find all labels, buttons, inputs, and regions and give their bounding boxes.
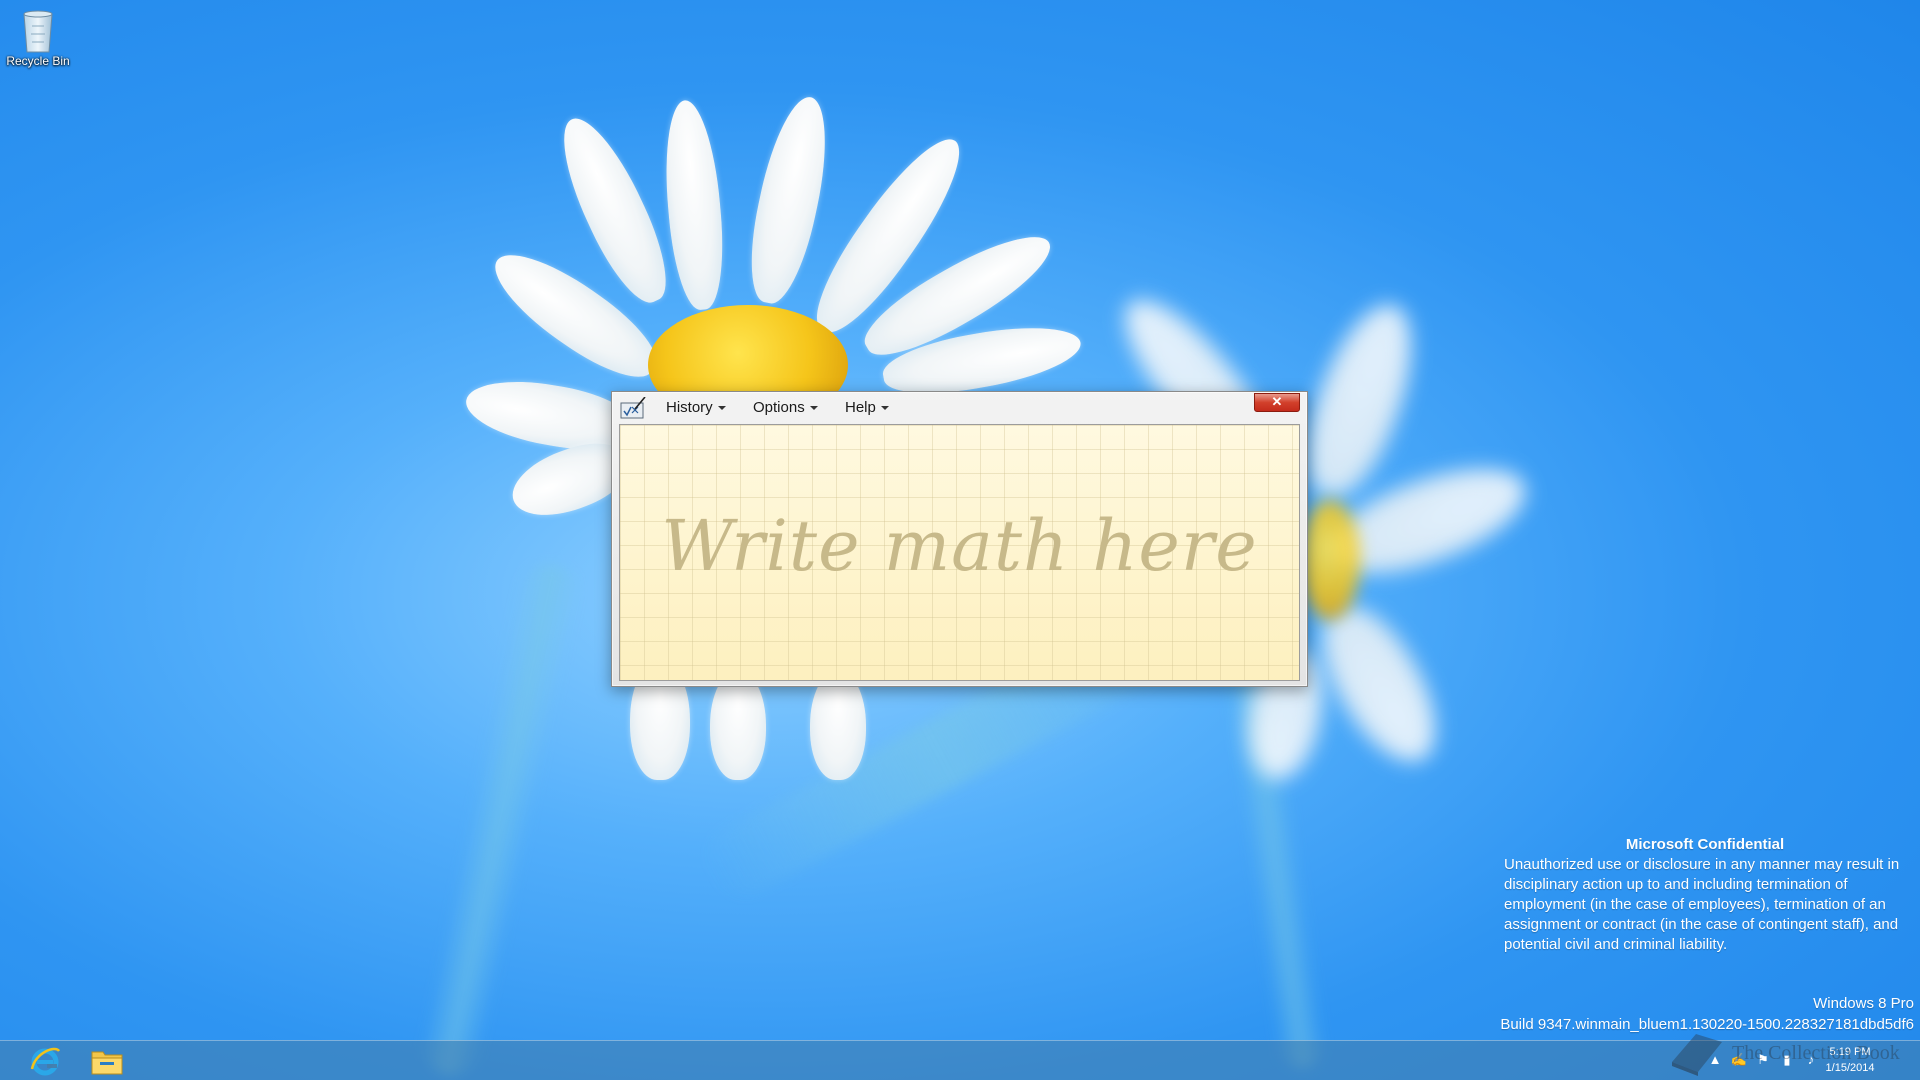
writing-placeholder: Write math here [661,505,1258,587]
confidential-body: Unauthorized use or disclosure in any ma… [1504,856,1900,953]
confidential-title: Microsoft Confidential [1625,836,1785,853]
menu-history-label: History [666,399,713,416]
confidential-notice: Microsoft Confidential Unauthorized use … [1504,835,1906,955]
title-bar[interactable]: History Options Help ✕ [612,392,1307,422]
menu-options[interactable]: Options [753,398,818,418]
taskbar-file-explorer[interactable] [79,1043,135,1079]
writing-area[interactable]: Write math here [619,424,1300,681]
desktop-icon-label: Recycle Bin [6,54,70,68]
dropdown-arrow-icon [809,406,818,411]
internet-explorer-icon [30,1047,61,1076]
taskbar: ▲ ✍ ⚑ ▮ ♪ 5:19 PM 1/15/2014 [0,1040,1920,1080]
dropdown-arrow-icon [717,406,726,411]
recycle-bin-desktop-icon[interactable]: Recycle Bin [6,6,70,68]
recycle-bin-icon [23,10,53,53]
book-icon [1672,1034,1722,1076]
menu-options-label: Options [753,399,805,416]
desktop: Recycle Bin History Options Help ✕ Write… [0,0,1920,1080]
menu-history[interactable]: History [666,398,726,418]
taskbar-internet-explorer[interactable] [17,1043,73,1079]
edition-name: Windows 8 Pro [1813,995,1914,1012]
close-icon: ✕ [1271,394,1283,409]
file-explorer-icon [91,1051,123,1075]
menu-help-label: Help [845,399,876,416]
menu-help[interactable]: Help [845,398,889,418]
watermark-text: The Collection Book [1732,1042,1900,1064]
math-input-panel-window: History Options Help ✕ Write math here [611,391,1308,687]
collection-book-watermark: The Collection Book [1662,1024,1902,1080]
close-button[interactable]: ✕ [1254,393,1300,412]
dropdown-arrow-icon [880,406,889,411]
math-input-panel-icon[interactable] [620,397,646,419]
